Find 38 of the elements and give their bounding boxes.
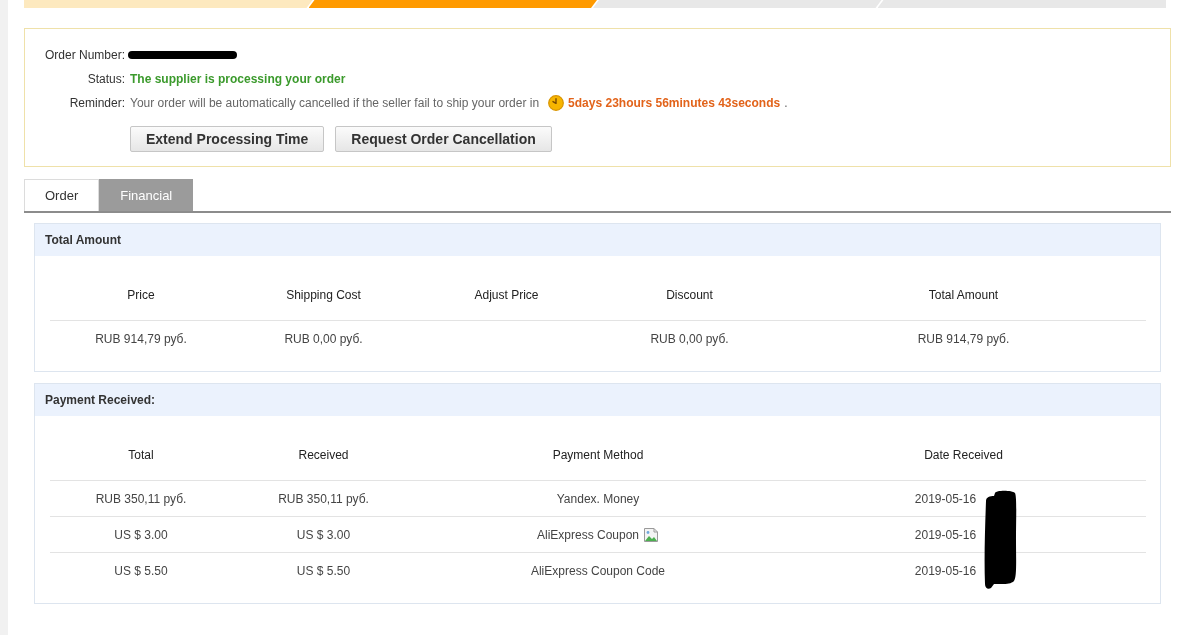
field-label: Status: bbox=[87, 71, 125, 88]
table-cell: 2019-05-16 bbox=[914, 528, 977, 542]
field-label: Reminder: bbox=[69, 95, 125, 112]
table-cell: RUB 914,79 руб. bbox=[95, 332, 187, 347]
table-cell: RUB 0,00 руб. bbox=[650, 332, 729, 347]
column-header: Received bbox=[232, 431, 415, 480]
table-cell: US $ 5.50 bbox=[296, 564, 351, 579]
column-header: Total Amount bbox=[781, 271, 1146, 320]
table-cell: US $ 3.00 bbox=[296, 528, 351, 542]
clock-icon bbox=[548, 95, 565, 111]
order-status: The supplier is processing your order bbox=[130, 72, 346, 86]
table-cell: RUB 350,11 руб. bbox=[278, 492, 369, 506]
field-label: Order Number: bbox=[44, 47, 125, 64]
panel-title: Payment Received: bbox=[45, 393, 156, 407]
table-cell: 2019-05-16 bbox=[914, 564, 977, 579]
table-cell: 2019-05-16 bbox=[914, 492, 977, 506]
tab[interactable]: Order bbox=[24, 179, 100, 211]
column-header: Date Received bbox=[781, 431, 1146, 480]
panel-title: Total Amount bbox=[45, 233, 121, 247]
table-cell: Yandex. Money bbox=[556, 492, 640, 506]
table-cell: AliExpress Coupon bbox=[536, 528, 640, 542]
table-cell: US $ 3.00 bbox=[114, 528, 168, 542]
table-cell: RUB 914,79 руб. bbox=[917, 332, 1010, 347]
column-header: Payment Method bbox=[415, 431, 781, 480]
column-header: Total bbox=[50, 431, 232, 480]
action-button[interactable]: Request Order Cancellation bbox=[335, 126, 552, 152]
table-cell: US $ 5.50 bbox=[114, 564, 168, 579]
table-cell: AliExpress Coupon Code bbox=[530, 564, 666, 579]
reminder-end: . bbox=[784, 96, 788, 110]
countdown-timer: 5days 23hours 56minutes 43seconds bbox=[568, 96, 781, 110]
column-header: Shipping Cost bbox=[232, 271, 415, 320]
column-header: Discount bbox=[598, 271, 781, 320]
column-header: Adjust Price bbox=[415, 271, 598, 320]
column-header: Price bbox=[50, 271, 232, 320]
action-button[interactable]: Extend Processing Time bbox=[130, 126, 325, 152]
reminder-text: Your order will be automatically cancelled if the seller fail to ship your order in bbox=[130, 96, 540, 110]
table-cell: RUB 0,00 руб. bbox=[284, 332, 363, 347]
table-cell: RUB 350,11 руб. bbox=[95, 492, 187, 506]
